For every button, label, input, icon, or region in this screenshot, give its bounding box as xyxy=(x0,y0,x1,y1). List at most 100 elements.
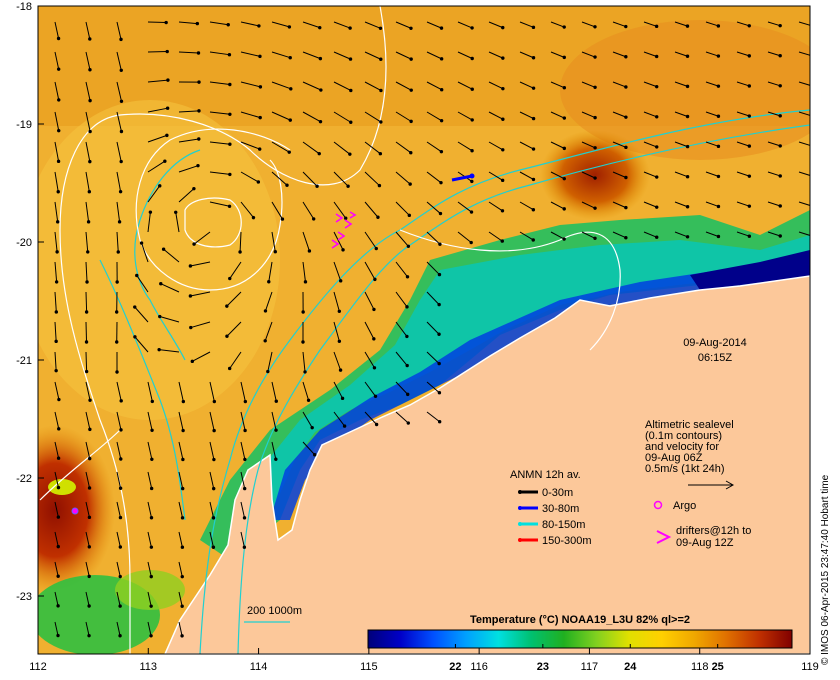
velocity-arrow-head xyxy=(119,129,124,134)
velocity-arrow-head xyxy=(378,152,383,156)
velocity-arrow-head xyxy=(655,145,659,149)
velocity-arrow-head xyxy=(88,129,92,134)
velocity-arrow-head xyxy=(348,152,352,156)
velocity-arrow-head xyxy=(56,515,61,519)
velocity-arrow-head xyxy=(225,334,229,338)
velocity-arrow-head xyxy=(212,428,216,433)
velocity-arrow-head xyxy=(285,183,289,187)
velocity-arrow-head xyxy=(778,234,782,238)
velocity-arrow-head xyxy=(593,85,597,90)
velocity-arrow-head xyxy=(119,37,123,42)
velocity-arrow-head xyxy=(181,399,186,404)
colorbar-tick-label: 25 xyxy=(712,661,724,673)
velocity-arrow-head xyxy=(593,25,597,29)
velocity-arrow-head xyxy=(747,54,751,58)
x-tick-label: 118 xyxy=(691,661,709,673)
velocity-arrow-head xyxy=(288,56,292,60)
velocity-arrow-head xyxy=(87,604,91,608)
velocity-arrow-head xyxy=(655,84,659,89)
velocity-arrow-head xyxy=(747,174,752,178)
anmn-legend-swatch-head xyxy=(518,506,522,510)
velocity-arrow-head xyxy=(377,183,382,188)
velocity-arrow-head xyxy=(373,394,378,398)
argo-legend-label: Argo xyxy=(673,500,696,512)
velocity-arrow-head xyxy=(148,210,153,214)
velocity-arrow-head xyxy=(685,114,690,119)
velocity-arrow-head xyxy=(228,82,232,87)
velocity-arrow-head xyxy=(747,234,752,238)
velocity-arrow-head xyxy=(778,204,782,208)
x-tick-label: 115 xyxy=(360,661,378,673)
velocity-arrow-head xyxy=(135,273,139,278)
velocity-arrow-head xyxy=(149,545,154,549)
velocity-arrow-head xyxy=(303,370,307,374)
colorbar xyxy=(367,629,793,649)
velocity-arrow-head xyxy=(778,174,782,178)
velocity-arrow-head xyxy=(119,428,123,432)
velocity-arrow-head xyxy=(180,634,184,638)
velocity-arrow-head xyxy=(562,146,567,151)
drifter-legend-line: drifters@12h to xyxy=(676,525,751,537)
velocity-arrow-head xyxy=(54,280,59,284)
velocity-arrow-head xyxy=(56,159,61,164)
velocity-arrow-head xyxy=(56,456,61,460)
velocity-arrow-head xyxy=(56,36,61,41)
velocity-arrow-head xyxy=(57,427,61,431)
velocity-arrow-head xyxy=(531,116,536,121)
velocity-arrow-head xyxy=(562,116,567,120)
x-tick-label: 112 xyxy=(29,661,47,673)
velocity-arrow-head xyxy=(57,128,61,133)
velocity-arrow-head xyxy=(405,275,410,279)
velocity-arrow-head xyxy=(116,250,120,254)
velocity-arrow-head xyxy=(242,516,247,520)
velocity-arrow-head xyxy=(56,485,61,490)
velocity-arrow-head xyxy=(407,213,412,218)
y-tick-label: -22 xyxy=(16,473,32,485)
velocity-arrow-head xyxy=(501,56,505,60)
velocity-arrow-head xyxy=(470,118,474,122)
velocity-arrow-head xyxy=(150,399,155,404)
velocity-arrow-head xyxy=(376,215,380,219)
argo-float-marker xyxy=(71,507,79,515)
velocity-arrow-head xyxy=(624,205,628,210)
velocity-arrow-head xyxy=(87,515,92,520)
velocity-arrow-head xyxy=(778,114,782,118)
velocity-arrow-head xyxy=(242,486,247,491)
velocity-arrow-head xyxy=(88,68,92,72)
velocity-arrow-head xyxy=(469,210,474,214)
velocity-arrow-head xyxy=(228,172,232,177)
velocity-arrow-head xyxy=(119,457,123,461)
velocity-arrow-head xyxy=(747,144,752,148)
anmn-legend-title: ANMN 12h av. xyxy=(510,469,581,481)
velocity-arrow-head xyxy=(310,425,314,430)
velocity-arrow-head xyxy=(318,56,323,61)
velocity-arrow-head xyxy=(303,280,308,284)
velocity-arrow-head xyxy=(593,55,597,59)
velocity-arrow-head xyxy=(406,421,410,425)
velocity-arrow-head xyxy=(192,186,196,191)
velocity-arrow-head xyxy=(406,392,410,397)
velocity-arrow-head xyxy=(437,332,441,336)
velocity-arrow-head xyxy=(348,26,352,30)
velocity-arrow-head xyxy=(716,84,721,88)
velocity-arrow-head xyxy=(256,180,261,184)
velocity-arrow-head xyxy=(685,24,690,28)
velocity-arrow-head xyxy=(338,279,343,283)
velocity-arrow-head xyxy=(56,633,60,638)
velocity-arrow-head xyxy=(118,545,123,549)
velocity-arrow-head xyxy=(118,634,122,638)
velocity-arrow-head xyxy=(562,176,566,181)
velocity-arrow-head xyxy=(593,236,597,240)
velocity-arrow-head xyxy=(133,305,137,309)
velocity-arrow-head xyxy=(409,26,413,30)
velocity-arrow-head xyxy=(180,604,184,608)
velocity-arrow-head xyxy=(342,424,347,428)
velocity-arrow-head xyxy=(379,88,383,93)
velocity-arrow-head xyxy=(315,184,319,188)
velocity-arrow-head xyxy=(655,115,659,119)
velocity-arrow-head xyxy=(408,182,412,186)
velocity-arrow-head xyxy=(188,264,193,268)
velocity-arrow-head xyxy=(685,174,690,179)
velocity-arrow-head xyxy=(349,88,353,93)
velocity-arrow-head xyxy=(437,272,442,277)
